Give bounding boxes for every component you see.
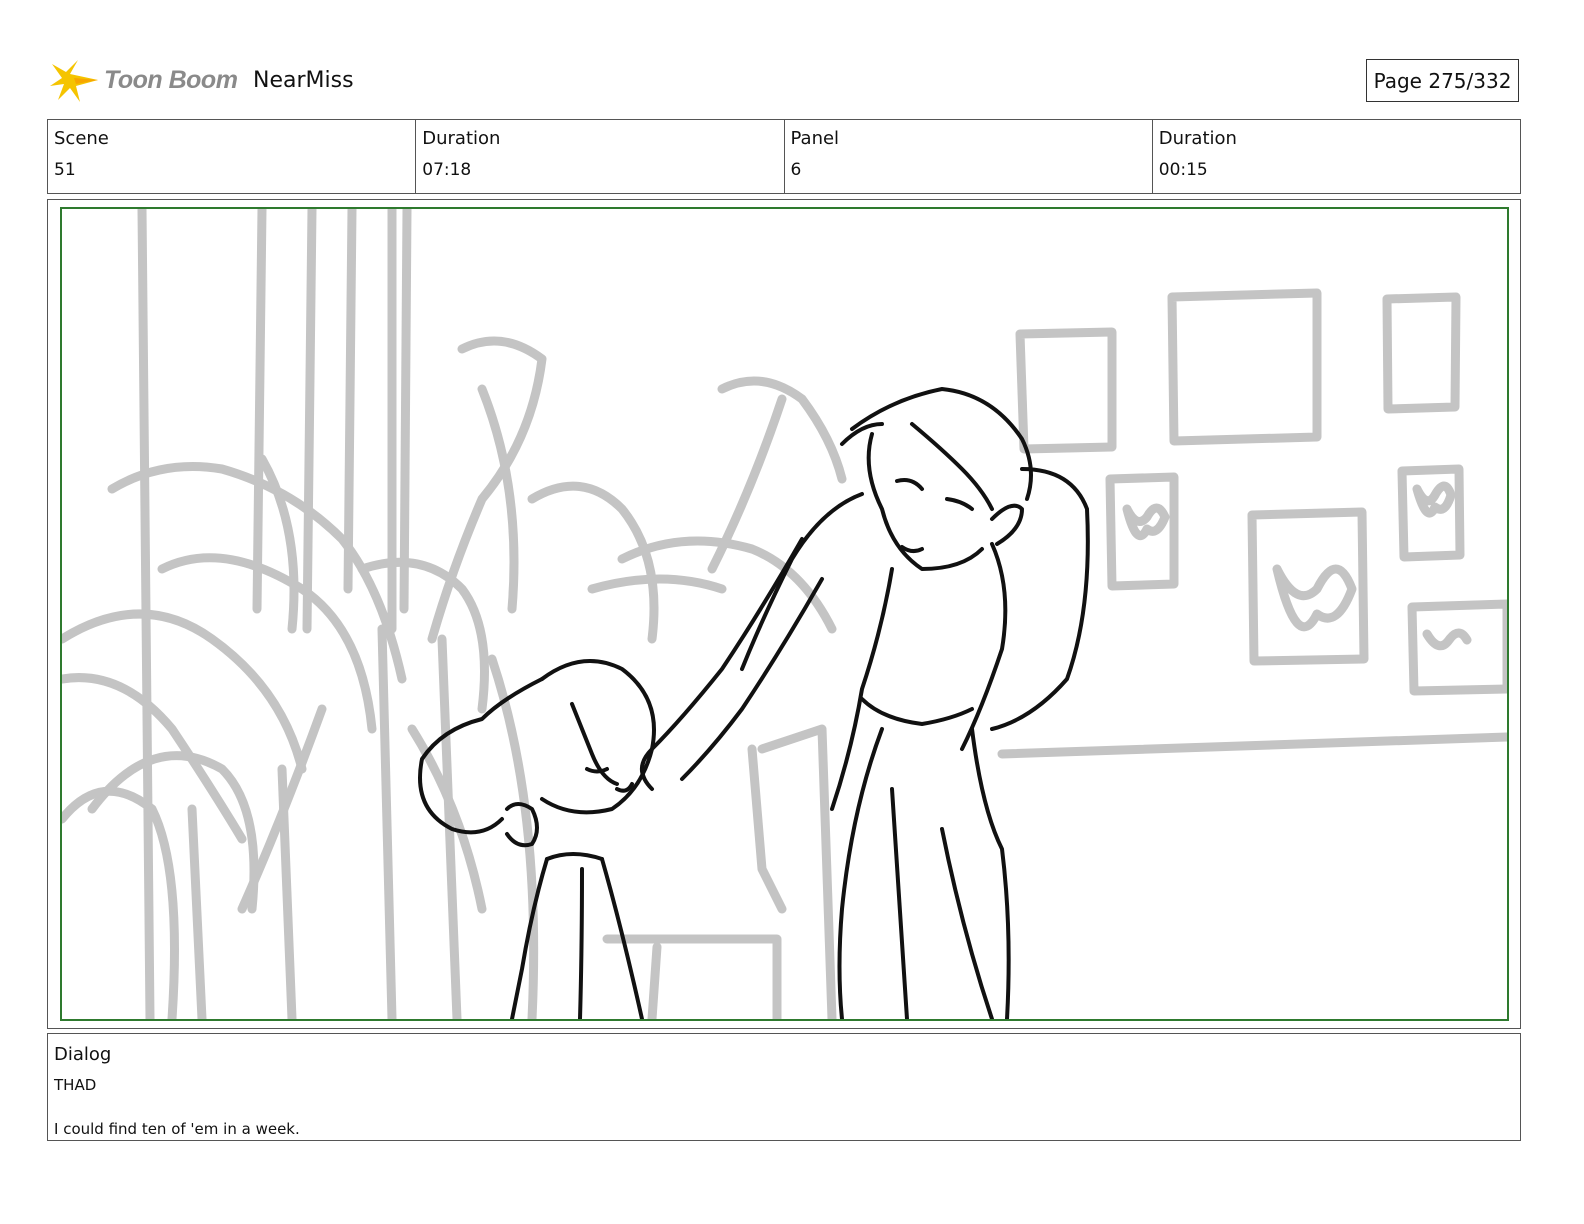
panel-duration-cell: Duration 00:15: [1153, 120, 1520, 193]
storyboard-panel: [60, 207, 1509, 1021]
panel-value: 6: [790, 160, 802, 180]
storyboard-sketch-image: [62, 209, 1507, 1019]
scene-duration-cell: Duration 07:18: [416, 120, 785, 193]
dialog-label: Dialog: [54, 1044, 112, 1065]
brand-name: Toon Boom: [104, 66, 238, 94]
scene-info-table: Scene 51 Duration 07:18 Panel 6 Duration…: [47, 119, 1521, 194]
panel-duration-label: Duration: [1158, 128, 1237, 149]
sparkle-icon: [50, 60, 98, 102]
panel-cell: Panel 6: [785, 120, 1153, 193]
scene-duration-value: 07:18: [422, 160, 472, 180]
background-sketch: [62, 209, 1507, 1019]
scene-value: 51: [54, 160, 76, 180]
dialog-box: Dialog THAD I could find ten of 'em in a…: [47, 1033, 1521, 1141]
scene-cell: Scene 51: [48, 120, 417, 193]
page-indicator: Page 275/332: [1366, 59, 1519, 102]
toon-boom-logo: Toon Boom: [50, 56, 240, 106]
dialog-speaker: THAD: [54, 1076, 97, 1094]
scene-label: Scene: [54, 128, 109, 149]
page-label: Page 275/332: [1373, 68, 1512, 93]
scene-duration-label: Duration: [422, 128, 501, 149]
panel-label: Panel: [790, 128, 840, 149]
dialog-line: I could find ten of 'em in a week.: [54, 1120, 300, 1138]
project-title: NearMiss: [253, 68, 354, 93]
panel-duration-value: 00:15: [1158, 160, 1208, 180]
